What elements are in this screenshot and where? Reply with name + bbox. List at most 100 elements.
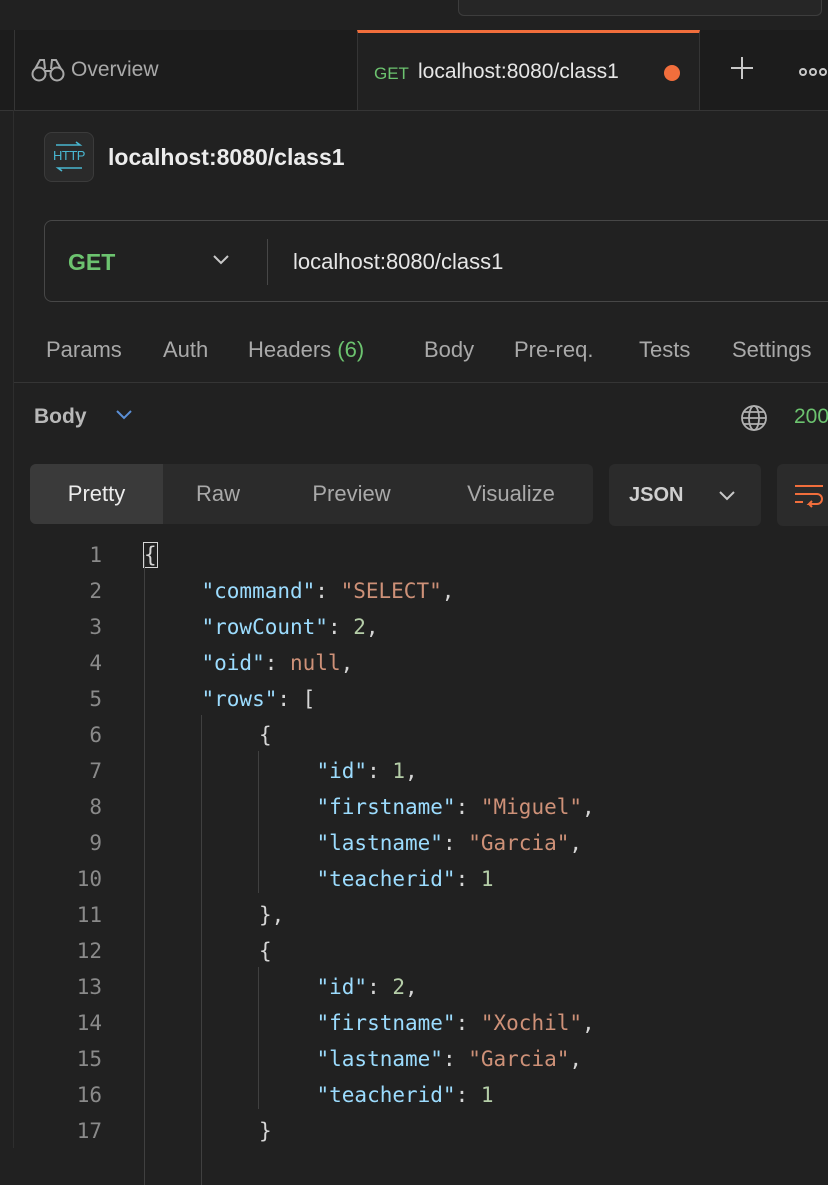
code-token: "teacherid" — [316, 867, 456, 891]
code-token: "teacherid" — [316, 1083, 456, 1107]
code-token: , — [569, 1047, 583, 1071]
chevron-down-icon — [717, 489, 737, 507]
code-token: : — [264, 651, 291, 675]
line-number: 12 — [76, 939, 102, 963]
view-tab-raw[interactable]: Raw — [163, 464, 273, 524]
line-number: 6 — [89, 723, 102, 747]
code-token: 1 — [480, 1083, 494, 1107]
tab-auth[interactable]: Auth — [163, 337, 208, 363]
status-code: 200 — [794, 405, 828, 428]
code-line: 14 "firstname": "Xochil", — [0, 1005, 828, 1041]
code-token: , — [405, 759, 418, 783]
code-token: , — [365, 615, 379, 639]
code-text: "rows": [ — [202, 681, 316, 717]
chevron-down-icon[interactable] — [114, 408, 134, 426]
code-text: "firstname": "Xochil", — [317, 1005, 595, 1041]
code-token: "rows" — [201, 687, 278, 711]
tab-tests[interactable]: Tests — [639, 337, 690, 363]
code-text: "firstname": "Miguel", — [317, 789, 595, 825]
code-token: : — [455, 867, 481, 891]
code-line: 17} — [0, 1113, 828, 1149]
line-number: 10 — [76, 867, 102, 891]
code-token: "oid" — [201, 651, 265, 675]
tab-headers[interactable]: Headers (6) — [248, 337, 364, 363]
code-text: }, — [259, 897, 284, 933]
binoculars-icon — [31, 57, 65, 88]
tab-params[interactable]: Params — [46, 337, 122, 363]
code-line: 5 "rows": [ — [0, 681, 828, 717]
method-select[interactable]: GET — [68, 249, 115, 276]
more-icon[interactable] — [798, 64, 828, 82]
code-token: , — [582, 795, 595, 819]
view-tab-pretty[interactable]: Pretty — [30, 464, 163, 524]
code-token: null — [290, 651, 341, 675]
format-select-label: JSON — [629, 484, 684, 506]
code-token: : — [442, 1047, 469, 1071]
line-number: 4 — [89, 651, 102, 675]
unsaved-dot-icon — [664, 65, 680, 81]
code-token: } — [259, 1119, 272, 1143]
code-line: 10 "teacherid": 1 — [0, 861, 828, 897]
url-input[interactable]: localhost:8080/class1 — [293, 249, 503, 275]
line-number: 1 — [89, 543, 102, 567]
indent-guide — [201, 715, 202, 1185]
code-line: 4 "oid": null, — [0, 645, 828, 681]
code-token: 2 — [392, 975, 406, 999]
code-token: "command" — [201, 579, 316, 603]
code-text: "lastname": "Garcia", — [317, 1041, 583, 1077]
code-text: } — [259, 1113, 272, 1149]
code-token: : — [367, 975, 393, 999]
tab-request-active[interactable]: GET localhost:8080/class1 — [357, 30, 700, 110]
tab-pre-request[interactable]: Pre-req. — [514, 337, 593, 363]
code-token: "Garcia" — [468, 1047, 570, 1071]
code-line: 7 "id": 1, — [0, 753, 828, 789]
tab-overview-label: Overview — [71, 58, 159, 81]
http-icon: HTTP — [44, 132, 94, 182]
code-token: , — [441, 579, 455, 603]
view-tab-visualize[interactable]: Visualize — [430, 464, 592, 524]
request-title: localhost:8080/class1 — [108, 144, 345, 170]
code-text: "teacherid": 1 — [317, 1077, 494, 1113]
code-token: , — [405, 975, 418, 999]
code-line: 15 "lastname": "Garcia", — [0, 1041, 828, 1077]
code-token: 1 — [480, 867, 494, 891]
code-text: "lastname": "Garcia", — [317, 825, 583, 861]
plus-icon[interactable] — [728, 54, 756, 82]
code-text: { — [259, 717, 272, 753]
tab-body[interactable]: Body — [424, 337, 474, 363]
line-number: 7 — [89, 759, 102, 783]
url-divider — [267, 239, 268, 285]
code-token: : — [442, 831, 469, 855]
view-tab-preview[interactable]: Preview — [273, 464, 430, 524]
line-number: 2 — [89, 579, 102, 603]
code-token: { — [259, 723, 272, 747]
code-line: 6{ — [0, 717, 828, 753]
tab-headers-label: Headers — [248, 337, 332, 362]
indent-guide — [258, 751, 259, 893]
response-section-label[interactable]: Body — [34, 405, 87, 429]
code-token: "id" — [316, 759, 368, 783]
code-token: : [ — [277, 687, 316, 711]
code-line: 16 "teacherid": 1 — [0, 1077, 828, 1113]
svg-text:HTTP: HTTP — [53, 148, 85, 163]
code-token: "SELECT" — [340, 579, 442, 603]
indent-guide — [144, 555, 145, 1185]
top-search-field[interactable] — [458, 0, 822, 16]
chevron-down-icon[interactable] — [211, 253, 231, 271]
tab-bar: Overview GET localhost:8080/class1 — [0, 30, 828, 111]
code-token: : — [455, 1083, 481, 1107]
line-number: 3 — [89, 615, 102, 639]
code-token: : — [367, 759, 393, 783]
code-token: , — [340, 651, 354, 675]
headers-count-badge: (6) — [337, 337, 365, 362]
globe-icon[interactable] — [739, 403, 769, 438]
tab-settings[interactable]: Settings — [732, 337, 812, 363]
code-text: { — [143, 537, 158, 573]
wrap-lines-button[interactable] — [777, 464, 828, 526]
code-text: "id": 1, — [317, 753, 418, 789]
request-tabs: Params Auth Headers (6) Body Pre-req. Te… — [14, 320, 828, 383]
wrap-lines-icon — [793, 482, 825, 513]
tab-overview[interactable]: Overview — [14, 30, 358, 110]
format-select[interactable]: JSON — [609, 464, 761, 526]
code-token: "lastname" — [316, 831, 443, 855]
